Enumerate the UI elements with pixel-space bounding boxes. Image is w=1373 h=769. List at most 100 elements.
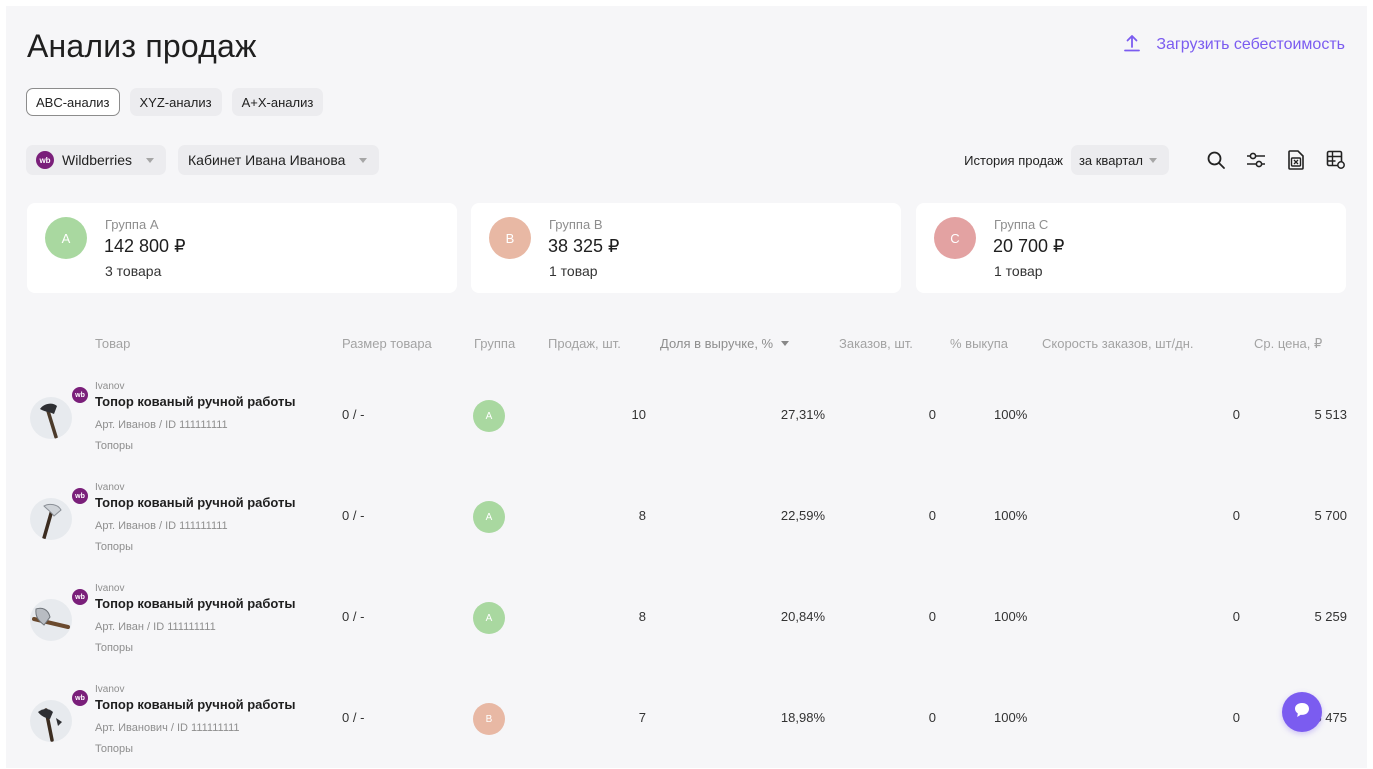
wildberries-logo-icon: wb bbox=[72, 589, 88, 605]
column-header-sales[interactable]: Продаж, шт. bbox=[548, 336, 621, 351]
product-name[interactable]: Топор кованый ручной работы bbox=[95, 495, 296, 510]
column-header-buyout[interactable]: % выкупа bbox=[950, 336, 1008, 351]
orders-cell: 0 bbox=[928, 710, 936, 725]
group-card-a[interactable]: A Группа A 142 800 ₽ 3 товара bbox=[27, 203, 457, 293]
product-category: Топоры bbox=[95, 440, 134, 452]
wildberries-logo-icon: wb bbox=[36, 151, 54, 169]
wildberries-logo-icon: wb bbox=[72, 488, 88, 504]
analysis-tabs: ABC-анализ XYZ-анализ A+X-анализ bbox=[26, 88, 324, 116]
product-name[interactable]: Топор кованый ручной работы bbox=[95, 596, 296, 611]
tab-ax[interactable]: A+X-анализ bbox=[231, 88, 324, 116]
chevron-down-icon bbox=[359, 157, 368, 163]
product-name[interactable]: Топор кованый ручной работы bbox=[95, 394, 296, 409]
filters-bar: wb Wildberries Кабинет Ивана Иванова bbox=[26, 145, 380, 175]
share-cell: 27,31% bbox=[780, 407, 825, 422]
share-cell: 18,98% bbox=[780, 710, 825, 725]
group-card-c[interactable]: C Группа C 20 700 ₽ 1 товар bbox=[916, 203, 1346, 293]
product-category: Топоры bbox=[95, 541, 134, 553]
table-settings-icon[interactable] bbox=[1325, 149, 1347, 171]
buyout-cell: 100% bbox=[994, 508, 1028, 523]
share-cell: 22,59% bbox=[780, 508, 825, 523]
upload-cost-label: Загрузить себестоимость bbox=[1156, 36, 1345, 53]
history-label: История продаж bbox=[964, 152, 1063, 168]
orders-cell: 0 bbox=[928, 407, 936, 422]
marketplace-value: Wildberries bbox=[62, 152, 133, 168]
column-header-group[interactable]: Группа bbox=[474, 336, 515, 351]
buyout-cell: 100% bbox=[994, 609, 1028, 624]
table-row[interactable]: wb Ivanov Топор кованый ручной работы Ар… bbox=[6, 375, 1367, 476]
wildberries-logo-icon: wb bbox=[72, 387, 88, 403]
column-header-orders[interactable]: Заказов, шт. bbox=[839, 336, 913, 351]
chat-bubble-icon bbox=[1292, 700, 1312, 725]
filter-sliders-icon[interactable] bbox=[1245, 149, 1267, 171]
group-name: Группа C bbox=[994, 217, 1049, 232]
page-title: Анализ продаж bbox=[27, 28, 257, 64]
cabinet-select[interactable]: Кабинет Ивана Иванова bbox=[178, 145, 380, 175]
table-row[interactable]: wb Ivanov Топор кованый ручной работы Ар… bbox=[6, 476, 1367, 577]
speed-cell: 0 bbox=[1232, 508, 1240, 523]
group-badge: B bbox=[473, 703, 505, 735]
cabinet-value: Кабинет Ивана Иванова bbox=[188, 152, 346, 168]
group-revenue: 20 700 ₽ bbox=[993, 236, 1065, 256]
group-avatar: C bbox=[934, 217, 976, 259]
price-cell: 5 513 bbox=[1314, 407, 1347, 422]
group-avatar: A bbox=[45, 217, 87, 259]
table-row[interactable]: wb Ivanov Топор кованый ручной работы Ар… bbox=[6, 577, 1367, 678]
export-excel-icon[interactable] bbox=[1285, 149, 1307, 171]
period-value: за квартал bbox=[1078, 152, 1143, 168]
period-select[interactable]: за квартал bbox=[1070, 145, 1169, 175]
price-cell: 5 700 bbox=[1314, 508, 1347, 523]
table-row[interactable]: wb Ivanov Топор кованый ручной работы Ар… bbox=[6, 678, 1367, 768]
sales-analysis-page: Анализ продаж Загрузить себестоимость AB… bbox=[6, 6, 1367, 768]
orders-cell: 0 bbox=[928, 609, 936, 624]
search-icon[interactable] bbox=[1205, 149, 1227, 171]
column-header-share-label: Доля в выручке, % bbox=[660, 336, 774, 351]
speed-cell: 0 bbox=[1232, 609, 1240, 624]
size-cell: 0 / - bbox=[342, 508, 365, 523]
sales-cell: 8 bbox=[638, 508, 646, 523]
product-seller: Ivanov bbox=[95, 684, 125, 695]
column-header-price[interactable]: Ср. цена, ₽ bbox=[1254, 336, 1322, 352]
product-category: Топоры bbox=[95, 743, 134, 755]
product-thumbnail bbox=[30, 599, 72, 641]
group-count: 1 товар bbox=[549, 263, 598, 279]
upload-icon bbox=[1122, 33, 1142, 58]
speed-cell: 0 bbox=[1232, 710, 1240, 725]
tab-abc[interactable]: ABC-анализ bbox=[26, 88, 120, 116]
column-header-share[interactable]: Доля в выручке, % bbox=[660, 336, 790, 351]
product-seller: Ivanov bbox=[95, 381, 125, 392]
upload-cost-button[interactable]: Загрузить себестоимость bbox=[1122, 34, 1345, 56]
price-cell: 5 259 bbox=[1314, 609, 1347, 624]
wildberries-logo-icon: wb bbox=[72, 690, 88, 706]
share-cell: 20,84% bbox=[780, 609, 825, 624]
product-article: Арт. Иванов / ID 111111111 bbox=[95, 419, 228, 431]
size-cell: 0 / - bbox=[342, 710, 365, 725]
group-name: Группа B bbox=[549, 217, 603, 232]
group-name: Группа A bbox=[105, 217, 159, 232]
product-article: Арт. Иванов / ID 111111111 bbox=[95, 520, 228, 532]
marketplace-select[interactable]: wb Wildberries bbox=[26, 145, 167, 175]
chat-support-button[interactable] bbox=[1282, 692, 1322, 732]
sales-cell: 8 bbox=[638, 609, 646, 624]
group-badge: A bbox=[473, 501, 505, 533]
chevron-down-icon bbox=[1149, 157, 1157, 163]
sort-desc-icon bbox=[781, 341, 790, 346]
product-article: Арт. Иванович / ID 111111111 bbox=[95, 722, 240, 734]
orders-cell: 0 bbox=[928, 508, 936, 523]
group-card-b[interactable]: B Группа B 38 325 ₽ 1 товар bbox=[471, 203, 901, 293]
product-name[interactable]: Топор кованый ручной работы bbox=[95, 697, 296, 712]
column-header-speed[interactable]: Скорость заказов, шт/дн. bbox=[1042, 336, 1194, 351]
column-header-product[interactable]: Товар bbox=[95, 336, 130, 351]
product-thumbnail bbox=[30, 700, 72, 742]
group-count: 3 товара bbox=[105, 263, 162, 279]
size-cell: 0 / - bbox=[342, 407, 365, 422]
product-thumbnail bbox=[30, 397, 72, 439]
product-article: Арт. Иван / ID 111111111 bbox=[95, 621, 216, 633]
product-thumbnail bbox=[30, 498, 72, 540]
group-count: 1 товар bbox=[994, 263, 1043, 279]
column-header-size[interactable]: Размер товара bbox=[342, 336, 432, 351]
group-revenue: 142 800 ₽ bbox=[104, 236, 186, 256]
tab-xyz[interactable]: XYZ-анализ bbox=[129, 88, 222, 116]
sales-cell: 7 bbox=[638, 710, 646, 725]
product-seller: Ivanov bbox=[95, 482, 125, 493]
